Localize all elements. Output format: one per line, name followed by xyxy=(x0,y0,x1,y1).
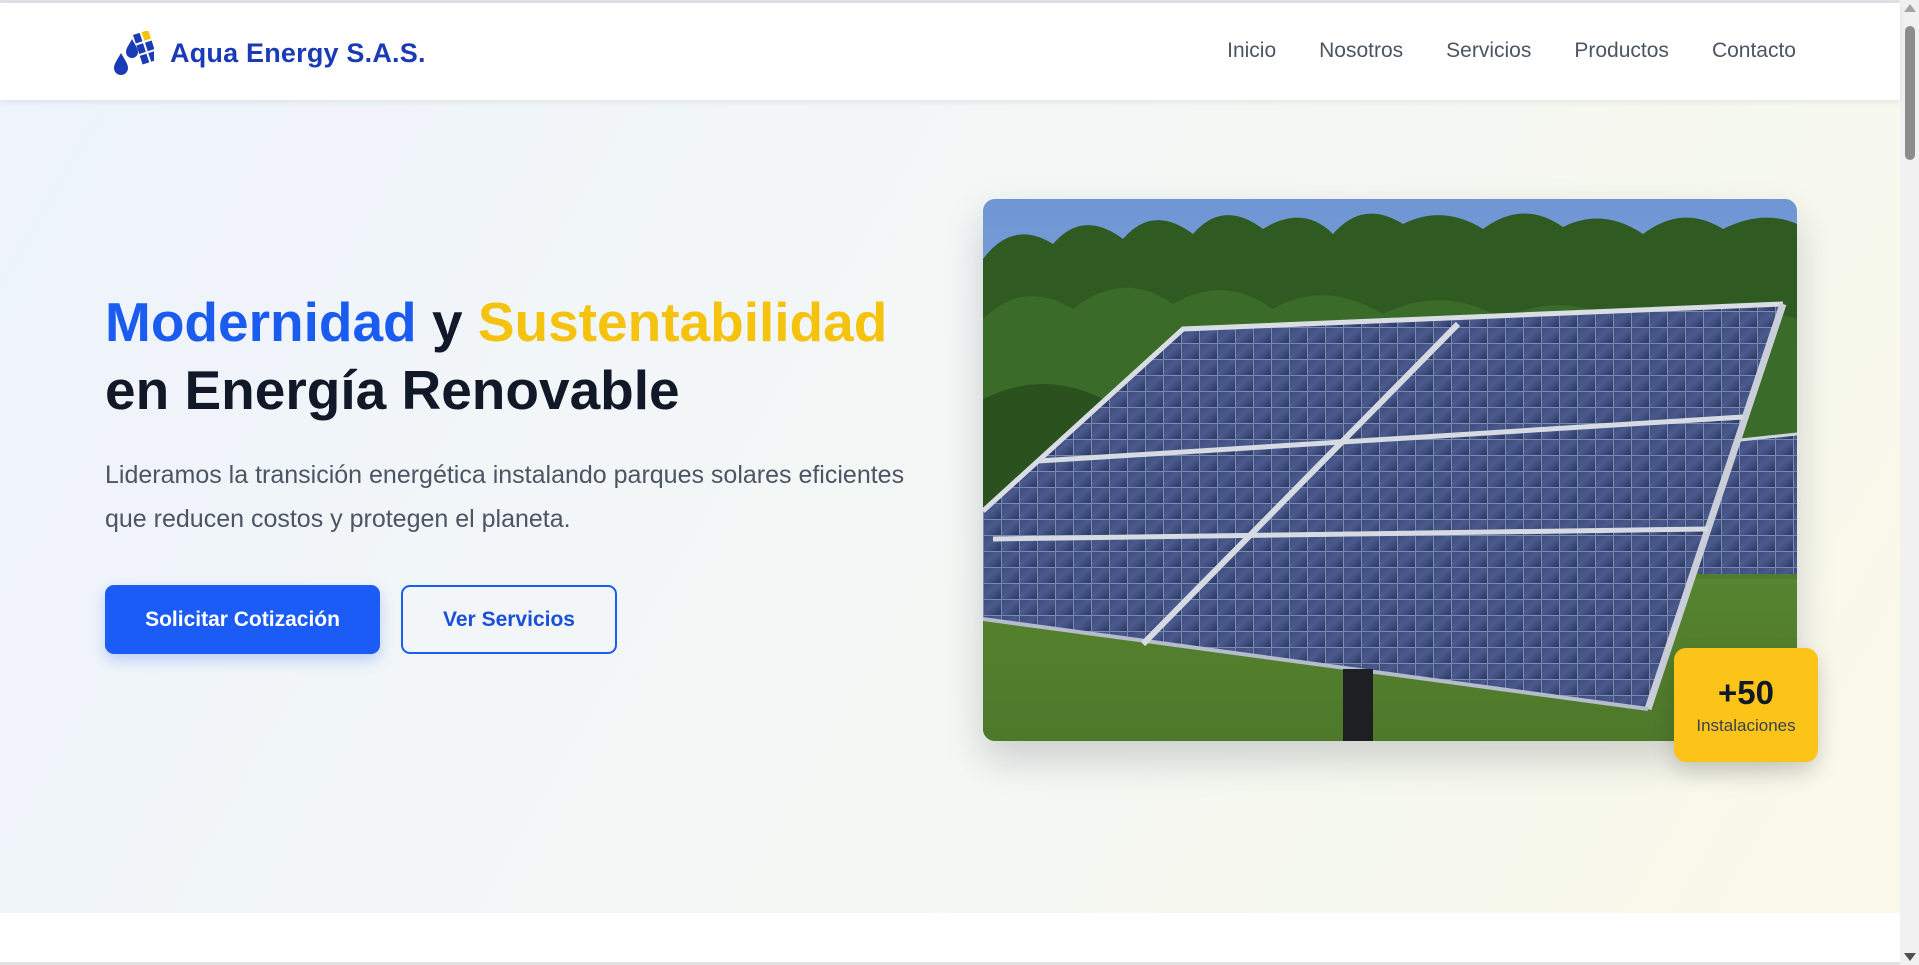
scroll-up-arrow-icon[interactable] xyxy=(1904,4,1916,12)
installations-stat-badge: +50 Instalaciones xyxy=(1674,648,1818,762)
hero-title-highlight-2: Sustentabilidad xyxy=(477,291,888,353)
stat-value: +50 xyxy=(1718,674,1774,711)
scroll-down-arrow-icon[interactable] xyxy=(1904,953,1916,961)
hero-title-line-2: en Energía Renovable xyxy=(105,359,680,421)
nav-link-productos[interactable]: Productos xyxy=(1574,39,1669,63)
hero-title: Modernidad y Sustentabilidad en Energía … xyxy=(105,288,887,424)
brand-name: Aqua Energy S.A.S. xyxy=(170,37,426,68)
request-quote-button[interactable]: Solicitar Cotización xyxy=(105,585,380,654)
hero-description: Lideramos la transición energética insta… xyxy=(105,461,905,533)
vertical-scrollbar[interactable] xyxy=(1900,0,1919,965)
nav-link-servicios[interactable]: Servicios xyxy=(1446,39,1531,63)
hero-title-highlight-1: Modernidad xyxy=(105,291,417,353)
nav-link-contacto[interactable]: Contacto xyxy=(1712,39,1796,63)
hero-title-connector: y xyxy=(431,291,463,353)
nav-link-inicio[interactable]: Inicio xyxy=(1227,39,1276,63)
hero-section: Modernidad y Sustentabilidad en Energía … xyxy=(0,100,1900,913)
brand[interactable]: Aqua Energy S.A.S. xyxy=(112,31,426,75)
main-nav: Inicio Nosotros Servicios Productos Cont… xyxy=(1227,39,1796,63)
nav-link-nosotros[interactable]: Nosotros xyxy=(1319,39,1403,63)
view-services-button[interactable]: Ver Servicios xyxy=(401,585,617,654)
stat-label: Instalaciones xyxy=(1696,716,1796,735)
scrollbar-thumb[interactable] xyxy=(1905,26,1915,160)
site-header: Aqua Energy S.A.S. Inicio Nosotros Servi… xyxy=(0,3,1900,100)
water-drops-solar-icon xyxy=(114,31,154,75)
